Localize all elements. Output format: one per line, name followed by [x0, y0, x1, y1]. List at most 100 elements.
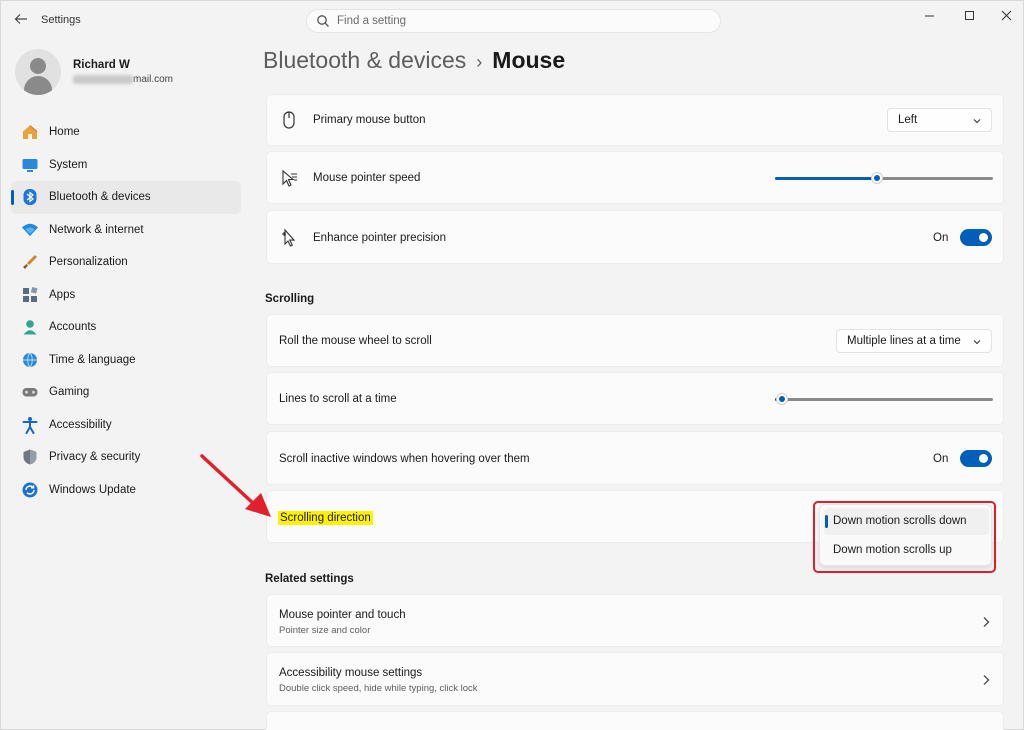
- menu-option-label: Down motion scrolls down: [833, 515, 967, 527]
- sidebar-item-personalization[interactable]: Personalization: [11, 246, 241, 279]
- settings-window: Settings Richard W mail.com Home System: [0, 0, 1024, 730]
- setting-label: Mouse pointer speed: [313, 172, 421, 184]
- chevron-down-icon: [973, 340, 981, 345]
- breadcrumb: Bluetooth & devices › Mouse: [263, 47, 565, 74]
- sidebar-item-accessibility[interactable]: Accessibility: [11, 409, 241, 442]
- setting-label: Enhance pointer precision: [313, 232, 446, 244]
- primary-button-dropdown[interactable]: Left: [887, 108, 992, 132]
- setting-enhance-precision: Enhance pointer precision On: [266, 210, 1004, 264]
- accounts-icon: [23, 320, 37, 335]
- sidebar-item-accounts[interactable]: Accounts: [11, 311, 241, 344]
- accessibility-icon: [22, 416, 38, 434]
- related-label: Accessibility mouse settings: [279, 667, 423, 679]
- chevron-right-icon: [983, 617, 990, 627]
- selection-indicator: [11, 190, 14, 205]
- slider-thumb[interactable]: [775, 393, 788, 405]
- related-mouse-pointer-touch[interactable]: Mouse pointer and touch Pointer size and…: [266, 594, 1004, 647]
- toggle-state: On: [933, 232, 949, 244]
- setting-inactive-scroll: Scroll inactive windows when hovering ov…: [266, 431, 1004, 485]
- title-bar: Settings: [1, 1, 1024, 41]
- breadcrumb-parent[interactable]: Bluetooth & devices: [263, 47, 466, 73]
- scroll-direction-menu: Down motion scrolls down Down motion scr…: [819, 504, 992, 566]
- profile-email: mail.com: [73, 74, 173, 85]
- setting-label: Primary mouse button: [313, 114, 426, 126]
- page-title: Mouse: [492, 47, 566, 73]
- sidebar-item-system[interactable]: System: [11, 149, 241, 182]
- time-language-icon: [23, 352, 37, 367]
- mouse-icon: [283, 111, 295, 129]
- slider-thumb[interactable]: [871, 172, 884, 184]
- related-sublabel: Pointer size and color: [279, 625, 371, 636]
- search-box[interactable]: [306, 9, 721, 33]
- avatar: [15, 49, 61, 95]
- setting-pointer-speed: Mouse pointer speed: [266, 151, 1004, 204]
- pointer-speed-slider[interactable]: [775, 172, 993, 184]
- sidebar-item-label: Accessibility: [49, 418, 112, 431]
- sidebar-item-network[interactable]: Network & internet: [11, 214, 241, 247]
- minimize-icon: [924, 15, 934, 16]
- setting-label: Lines to scroll at a time: [279, 393, 397, 405]
- lines-to-scroll-slider[interactable]: [775, 393, 993, 405]
- sidebar-item-label: Privacy & security: [49, 451, 141, 463]
- breadcrumb-separator: ›: [476, 52, 483, 72]
- maximize-icon: [964, 10, 974, 20]
- search-input[interactable]: [337, 13, 707, 29]
- setting-primary-mouse-button: Primary mouse button Left: [266, 94, 1004, 146]
- shield-icon: [23, 449, 37, 465]
- app-title: Settings: [41, 14, 81, 26]
- chevron-down-icon: [973, 119, 981, 124]
- sidebar-item-label: Gaming: [49, 386, 90, 398]
- dropdown-value: Left: [898, 114, 918, 126]
- chevron-right-icon: [983, 675, 990, 685]
- sidebar-item-label: Bluetooth & devices: [49, 191, 151, 203]
- bluetooth-icon: [23, 189, 37, 205]
- precision-pointer-icon: [282, 228, 296, 247]
- related-accessibility-mouse[interactable]: Accessibility mouse settings Double clic…: [266, 652, 1004, 706]
- sidebar-item-label: Apps: [49, 288, 76, 301]
- menu-option-scrolls-up[interactable]: Down motion scrolls up: [824, 537, 989, 564]
- close-icon: [1001, 10, 1011, 20]
- sidebar-item-label: Windows Update: [49, 483, 136, 496]
- menu-option-scrolls-down[interactable]: Down motion scrolls down: [824, 508, 989, 535]
- search-icon: [317, 15, 329, 27]
- system-icon: [22, 158, 38, 172]
- related-settings-item-partial[interactable]: [266, 711, 1004, 730]
- related-label: Mouse pointer and touch: [279, 609, 406, 621]
- apps-icon: [23, 286, 38, 302]
- sidebar-item-label: Time & language: [49, 353, 136, 366]
- menu-option-label: Down motion scrolls up: [833, 544, 952, 556]
- sidebar-item-label: Personalization: [49, 256, 128, 268]
- setting-label: Scroll inactive windows when hovering ov…: [279, 453, 530, 465]
- windows-update-icon: [22, 482, 38, 497]
- annotation-arrow-icon: [200, 454, 271, 517]
- setting-lines-to-scroll: Lines to scroll at a time: [266, 372, 1004, 425]
- close-button[interactable]: [988, 1, 1024, 29]
- home-icon: [23, 125, 38, 139]
- user-profile[interactable]: Richard W mail.com: [15, 49, 235, 97]
- sidebar-item-label: Accounts: [49, 321, 97, 333]
- minimize-button[interactable]: [911, 1, 947, 29]
- gaming-icon: [22, 388, 38, 397]
- selection-indicator: [825, 515, 828, 528]
- pointer-speed-icon: [282, 169, 297, 187]
- sidebar-item-apps[interactable]: Apps: [11, 279, 241, 312]
- profile-name: Richard W: [73, 59, 130, 71]
- maximize-button[interactable]: [951, 1, 987, 29]
- setting-label: Scrolling direction: [278, 511, 373, 525]
- sidebar-item-time-language[interactable]: Time & language: [11, 344, 241, 377]
- sidebar-item-home[interactable]: Home: [11, 116, 241, 149]
- inactive-scroll-toggle[interactable]: [960, 450, 992, 467]
- setting-label: Roll the mouse wheel to scroll: [279, 335, 432, 347]
- sidebar-item-label: Network & internet: [49, 223, 144, 236]
- network-icon: [22, 223, 38, 236]
- sidebar-item-bluetooth[interactable]: Bluetooth & devices: [11, 181, 241, 214]
- roll-wheel-dropdown[interactable]: Multiple lines at a time: [836, 329, 992, 353]
- sidebar-item-gaming[interactable]: Gaming: [11, 376, 241, 409]
- section-title-scrolling: Scrolling: [265, 293, 315, 305]
- setting-roll-wheel: Roll the mouse wheel to scroll Multiple …: [266, 314, 1004, 367]
- sidebar-item-label: System: [49, 158, 88, 171]
- personalization-icon: [23, 255, 37, 269]
- section-title-related: Related settings: [265, 573, 354, 585]
- back-arrow-icon[interactable]: [11, 9, 31, 29]
- precision-toggle[interactable]: [960, 229, 992, 246]
